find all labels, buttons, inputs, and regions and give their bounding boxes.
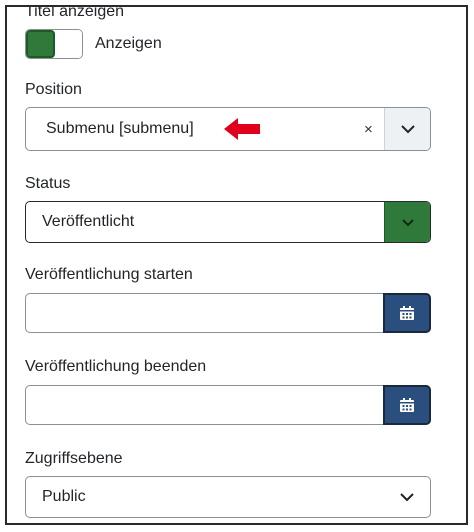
calendar-icon [400,306,414,320]
publish-start-label: Veröffentlichung starten [25,266,193,283]
publish-end-input[interactable] [25,385,431,425]
chevron-down-icon [401,219,414,227]
access-level-label: Zugriffsebene [25,450,123,467]
access-level-selected-value: Public [42,488,86,505]
show-title-toggle[interactable] [25,29,83,59]
calendar-icon [400,398,414,412]
position-selected-value: Submenu [submenu] [46,120,194,137]
red-arrow-icon [224,118,260,140]
chevron-down-icon [400,493,414,502]
position-dropdown-toggle[interactable] [384,108,430,150]
access-level-dropdown-toggle[interactable] [384,477,430,517]
toggle-on-indicator [26,30,55,58]
chevron-down-icon [400,125,415,134]
show-title-state-text: Anzeigen [95,35,162,52]
status-selected-value: Veröffentlicht [42,213,135,230]
module-options-panel: Titel anzeigen Anzeigen Position Submenu… [5,5,468,525]
toggle-off-area [55,30,82,58]
status-dropdown-toggle[interactable] [384,202,430,242]
publish-start-input[interactable] [25,293,431,333]
show-title-label: Titel anzeigen [25,5,125,20]
position-clear-icon[interactable]: × [364,121,373,138]
publish-start-calendar-button[interactable] [383,293,431,333]
publish-end-calendar-button[interactable] [383,385,431,425]
position-label: Position [25,81,82,98]
publish-end-label: Veröffentlichung beenden [25,358,207,375]
status-select[interactable]: Veröffentlicht [25,201,431,243]
access-level-select[interactable]: Public [25,476,431,518]
status-label: Status [25,175,71,192]
position-select[interactable]: Submenu [submenu] × [25,107,431,151]
